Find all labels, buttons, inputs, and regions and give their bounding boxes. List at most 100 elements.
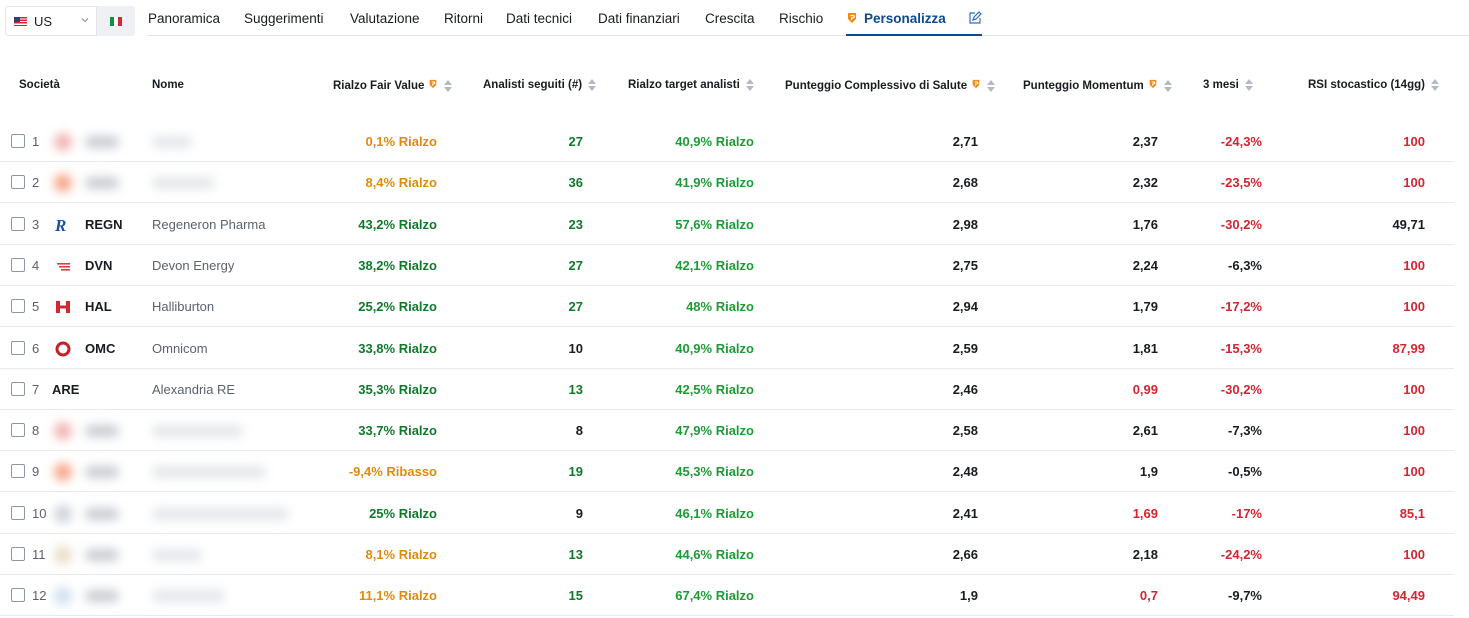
redacted-ticker bbox=[85, 466, 119, 479]
tab-valutazione[interactable]: Valutazione bbox=[350, 11, 420, 26]
row-checkbox[interactable] bbox=[11, 547, 25, 561]
tab-suggerimenti[interactable]: Suggerimenti bbox=[244, 11, 324, 26]
sort-icon bbox=[987, 79, 996, 92]
row-checkbox[interactable] bbox=[11, 505, 25, 520]
row-ticker: HAL bbox=[85, 299, 112, 315]
row-rank: 4 bbox=[32, 257, 40, 273]
row-analysts: 27 bbox=[568, 299, 583, 315]
row-checkbox[interactable] bbox=[11, 257, 25, 272]
market-dropdown[interactable]: US bbox=[5, 6, 97, 36]
tab-crescita[interactable]: Crescita bbox=[705, 11, 755, 26]
company-logo-icon bbox=[54, 422, 72, 441]
row-three-months: -7,3% bbox=[1228, 423, 1262, 439]
row-rsi: 87,99 bbox=[1392, 340, 1425, 356]
header-fair-value-label: Rialzo Fair Value bbox=[333, 79, 425, 92]
header-name: Nome bbox=[152, 79, 184, 91]
table-row[interactable]: 1 0,1% Rialzo 27 40,9% Rialzo 2,71 2,37 -24,3%… bbox=[0, 121, 1454, 162]
table-row[interactable]: 12 11,1% Rialzo 15 67,4% Rialzo 1,9 0,7 -9,7% 9… bbox=[0, 575, 1454, 617]
row-checkbox[interactable] bbox=[11, 299, 25, 314]
row-analysts: 15 bbox=[568, 588, 583, 604]
row-checkbox[interactable] bbox=[11, 340, 25, 355]
edit-icon[interactable] bbox=[968, 11, 982, 30]
row-checkbox[interactable] bbox=[11, 134, 25, 148]
row-checkbox[interactable] bbox=[11, 216, 25, 231]
table-row[interactable]: 5 HAL Halliburton 25,2% Rialzo 27 48% Rialzo 2… bbox=[0, 286, 1454, 328]
row-rank: 6 bbox=[32, 340, 40, 356]
row-ticker: REGN bbox=[85, 216, 123, 232]
tab-personalizza[interactable]: Personalizza bbox=[846, 11, 946, 27]
redacted-ticker bbox=[85, 425, 119, 438]
row-fair-value: 8,1% Rialzo bbox=[365, 547, 437, 562]
omc-logo-icon bbox=[54, 340, 72, 358]
top-bar: US Panoramica Suggerimenti Valutazione R… bbox=[0, 0, 1469, 37]
row-rsi: 100 bbox=[1403, 464, 1425, 480]
market-italy-button[interactable] bbox=[97, 6, 135, 36]
table-row[interactable]: 9 -9,4% Ribasso 19 45,3% Rialzo 2,48 1,9 -0,5%… bbox=[0, 451, 1454, 493]
table-row[interactable]: 6 OMC Omnicom 33,8% Rialzo 10 40,9% Rialzo 2,5… bbox=[0, 328, 1454, 369]
redacted-ticker bbox=[85, 549, 119, 561]
tab-rischio[interactable]: Rischio bbox=[779, 11, 823, 26]
redacted-name bbox=[152, 507, 289, 520]
market-label: US bbox=[34, 13, 53, 29]
flag-italy-icon bbox=[110, 16, 122, 26]
redacted-name bbox=[152, 549, 202, 561]
row-three-months: -15,3% bbox=[1220, 340, 1262, 356]
row-three-months: -17% bbox=[1231, 505, 1262, 521]
table-row[interactable]: 10 25% Rialzo 9 46,1% Rialzo 2,41 1,69 -17% 85,… bbox=[0, 493, 1454, 534]
row-health-score: 2,48 bbox=[952, 464, 978, 480]
row-health-score: 2,59 bbox=[952, 340, 978, 356]
table-row[interactable]: 2 8,4% Rialzo 36 41,9% Rialzo 2,68 2,32 -23,5%… bbox=[0, 162, 1454, 204]
header-analysts[interactable]: Analisti seguiti (#) bbox=[483, 79, 597, 91]
row-momentum: 1,81 bbox=[1132, 340, 1158, 356]
row-company-name: Regeneron Pharma bbox=[152, 216, 266, 232]
row-checkbox[interactable] bbox=[11, 464, 25, 479]
company-logo-icon bbox=[54, 133, 72, 151]
table-row[interactable]: 8 33,7% Rialzo 8 47,9% Rialzo 2,58 2,61 -7,3% 1… bbox=[0, 410, 1454, 452]
header-momentum[interactable]: Punteggio Momentum bbox=[1023, 79, 1172, 92]
header-target[interactable]: Rialzo target analisti bbox=[628, 79, 754, 91]
tab-dati-tecnici[interactable]: Dati tecnici bbox=[506, 11, 572, 26]
table-row[interactable]: 4 DVN Devon Energy 38,2% Rialzo 27 42,1% Rial… bbox=[0, 245, 1454, 286]
header-analysts-label: Analisti seguiti (#) bbox=[483, 79, 583, 91]
redacted-name bbox=[152, 466, 266, 479]
tab-ritorni[interactable]: Ritorni bbox=[444, 11, 483, 26]
redacted-ticker bbox=[85, 507, 119, 520]
row-rsi: 100 bbox=[1403, 175, 1425, 191]
header-three-months[interactable]: 3 mesi bbox=[1203, 79, 1253, 91]
table-row[interactable]: 11 8,1% Rialzo 13 44,6% Rialzo 2,66 2,18 -24,2… bbox=[0, 534, 1454, 575]
table-row[interactable]: 3 R REGN Regeneron Pharma 43,2% Rialzo 23 57,6… bbox=[0, 204, 1454, 245]
row-momentum: 2,24 bbox=[1132, 257, 1158, 273]
row-momentum: 1,9 bbox=[1139, 464, 1158, 480]
row-analysts: 9 bbox=[575, 505, 583, 521]
header-momentum-label: Punteggio Momentum bbox=[1023, 79, 1144, 92]
row-rank: 2 bbox=[32, 175, 40, 191]
redacted-ticker bbox=[85, 177, 119, 190]
row-fair-value: 8,4% Rialzo bbox=[365, 175, 437, 191]
row-rsi: 100 bbox=[1403, 381, 1425, 397]
row-fair-value: 38,2% Rialzo bbox=[358, 257, 437, 273]
row-analysts: 27 bbox=[568, 257, 583, 273]
header-health[interactable]: Punteggio Complessivo di Salute bbox=[785, 79, 996, 92]
row-rank: 1 bbox=[32, 134, 40, 149]
row-analysts: 8 bbox=[575, 423, 583, 439]
row-health-score: 2,46 bbox=[952, 381, 978, 397]
redacted-name bbox=[152, 590, 225, 603]
header-rsi-label: RSI stocastico (14gg) bbox=[1308, 79, 1425, 91]
tab-dati-finanziari[interactable]: Dati finanziari bbox=[598, 11, 680, 26]
row-target: 67,4% Rialzo bbox=[675, 588, 754, 604]
row-target: 48% Rialzo bbox=[686, 299, 754, 315]
header-rsi[interactable]: RSI stocastico (14gg) bbox=[1308, 79, 1439, 91]
row-checkbox[interactable] bbox=[11, 588, 25, 603]
row-momentum: 2,61 bbox=[1132, 423, 1158, 439]
header-fair-value[interactable]: Rialzo Fair Value bbox=[333, 79, 453, 92]
row-company-name: Alexandria RE bbox=[152, 381, 236, 397]
table-row[interactable]: 7 ARE Alexandria RE 35,3% Rialzo 13 42,5% Ria… bbox=[0, 369, 1454, 410]
row-checkbox[interactable] bbox=[11, 423, 25, 438]
pro-icon bbox=[1148, 79, 1158, 92]
row-checkbox[interactable] bbox=[11, 381, 25, 396]
row-fair-value: 43,2% Rialzo bbox=[358, 216, 437, 232]
row-checkbox[interactable] bbox=[11, 175, 25, 190]
header-target-label: Rialzo target analisti bbox=[628, 79, 740, 91]
tab-panoramica[interactable]: Panoramica bbox=[148, 11, 220, 26]
dvn-logo-icon bbox=[54, 257, 72, 275]
